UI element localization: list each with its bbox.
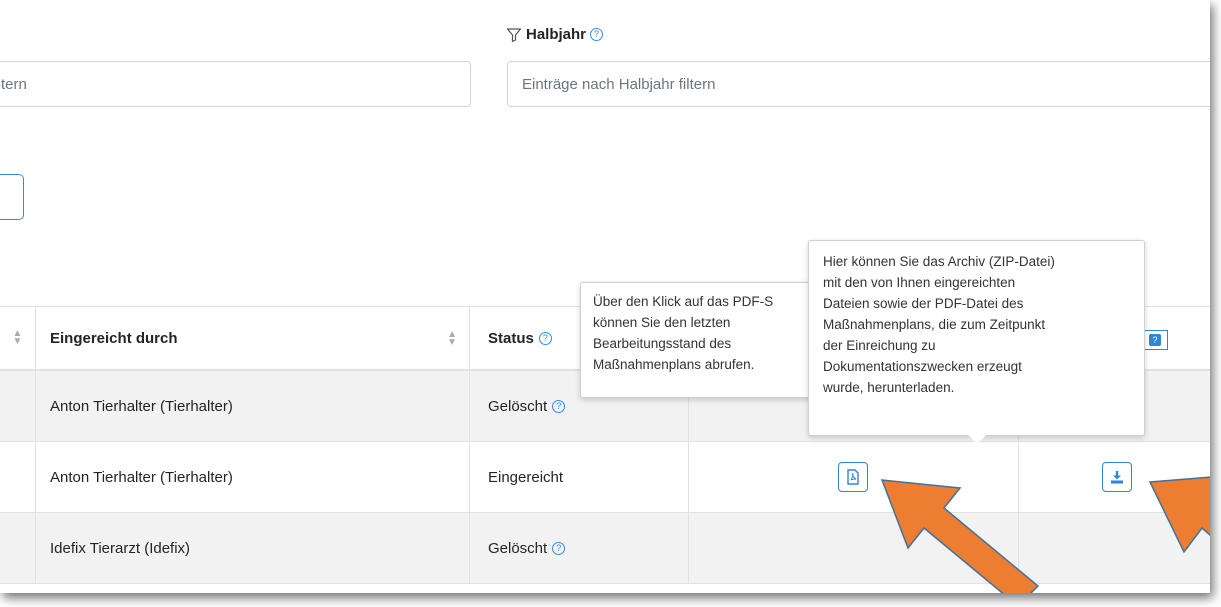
left-filter-input[interactable]: tern (0, 61, 471, 107)
zip-download-button[interactable] (1101, 462, 1132, 492)
filter-icon (506, 27, 522, 42)
pdf-download-button[interactable] (837, 462, 868, 492)
table-cell (0, 442, 36, 512)
page-canvas: Halbjahr ? tern Einträge nach Halbjahr f… (0, 0, 1210, 593)
partial-button[interactable] (0, 174, 24, 220)
submitted-by-text: Idefix Tierarzt (Idefix) (50, 539, 191, 557)
zip-tooltip: Hier können Sie das Archiv (ZIP-Datei) m… (808, 240, 1145, 444)
submitted-by-header-text: Eingereicht durch (50, 329, 178, 347)
help-icon[interactable]: ? (552, 541, 566, 555)
left-filter-input-text: tern (1, 75, 27, 93)
help-icon[interactable]: ? (552, 399, 566, 413)
pdf-file-icon (846, 469, 859, 485)
sort-icon[interactable]: ▲ ▼ (13, 329, 23, 347)
status-header-text: Status (488, 329, 534, 347)
annotation-arrow-pdf-icon (880, 479, 1040, 593)
annotation-arrow-download-icon (1148, 476, 1210, 554)
sort-icon[interactable]: ▲ ▼ (447, 330, 457, 348)
zip-help-icon-highlight[interactable]: ? (1137, 330, 1168, 350)
table-cell (0, 513, 36, 583)
zip-tooltip-text: Hier können Sie das Archiv (ZIP-Datei) m… (823, 254, 1055, 395)
status-text: Eingereicht (488, 468, 564, 486)
submitted-by-cell: Anton Tierhalter (Tierhalter) (36, 442, 470, 512)
pdf-tooltip: Über den Klick auf das PDF-S können Sie … (580, 282, 825, 398)
help-icon[interactable]: ? (538, 331, 552, 345)
status-cell: Gelöscht ? (470, 513, 689, 583)
status-text: Gelöscht (488, 397, 548, 415)
submitted-by-text: Anton Tierhalter (Tierhalter) (50, 468, 233, 486)
submitted-by-cell: Idefix Tierarzt (Idefix) (36, 513, 470, 583)
sort-column-header[interactable]: ▲ ▼ (0, 307, 36, 369)
submitted-by-text: Anton Tierhalter (Tierhalter) (50, 397, 233, 415)
status-cell: Eingereicht (470, 442, 689, 512)
halbjahr-filter-input[interactable]: Einträge nach Halbjahr filtern (507, 61, 1210, 107)
pdf-tooltip-text: Über den Klick auf das PDF-S können Sie … (593, 294, 774, 372)
submitted-by-column-header[interactable]: Eingereicht durch ▲ ▼ (36, 307, 470, 369)
status-text: Gelöscht (488, 539, 548, 557)
tooltip-caret (967, 435, 986, 444)
help-icon[interactable]: ? (590, 28, 604, 41)
table-cell (0, 371, 36, 441)
submitted-by-cell: Anton Tierhalter (Tierhalter) (36, 371, 470, 441)
help-icon[interactable]: ? (1149, 334, 1161, 346)
halbjahr-label-text: Halbjahr (526, 26, 587, 43)
halbjahr-filter-placeholder: Einträge nach Halbjahr filtern (522, 75, 716, 93)
halbjahr-filter-label: Halbjahr ? (506, 26, 604, 43)
download-icon (1110, 471, 1123, 484)
